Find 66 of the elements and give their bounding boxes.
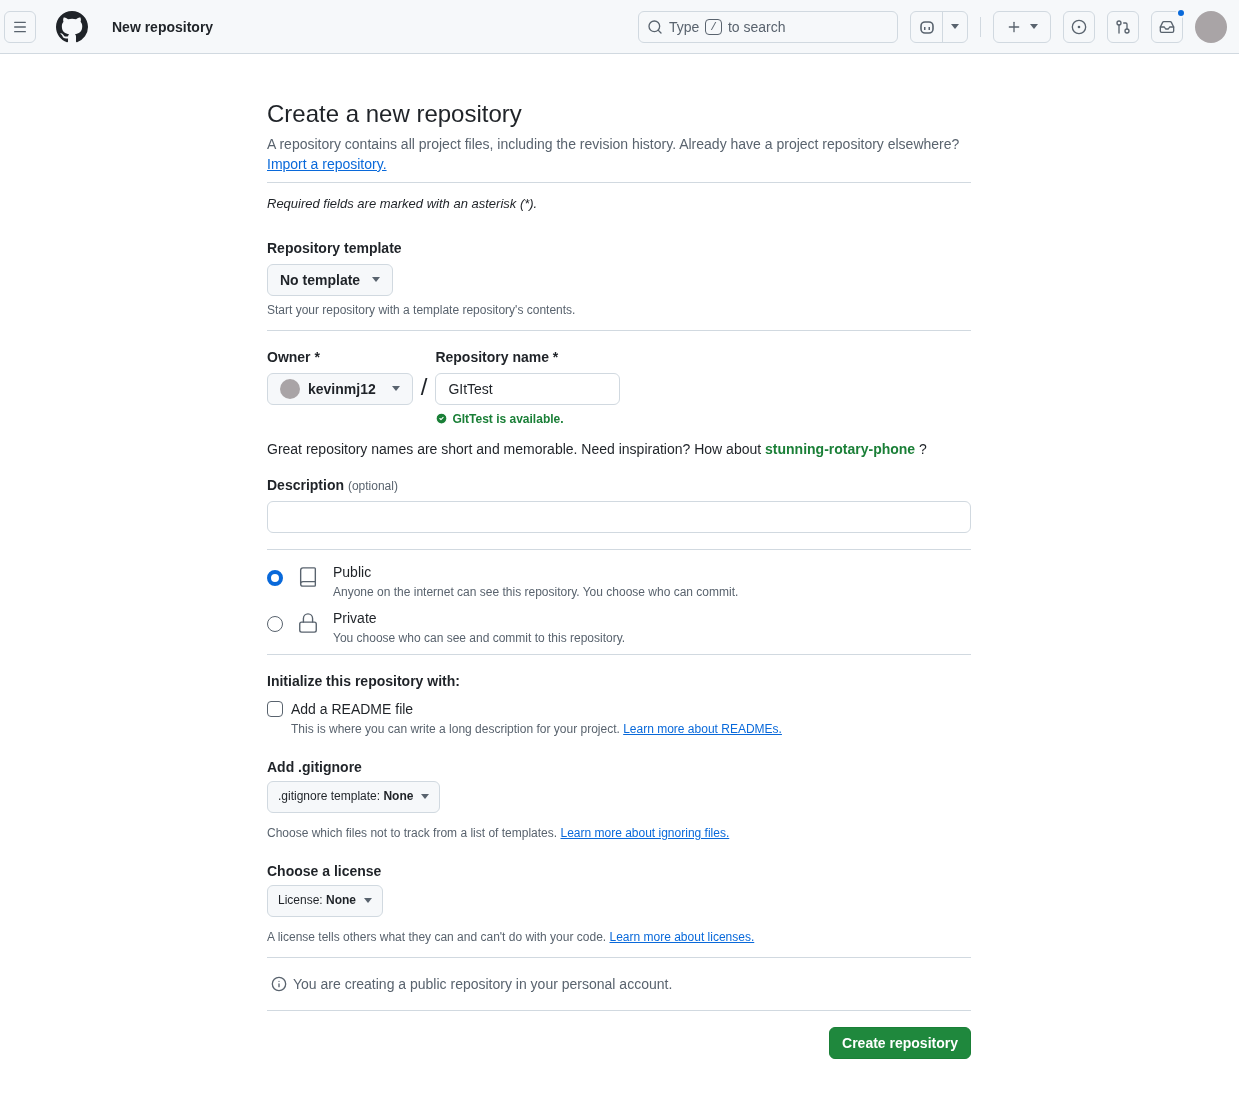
- radio-button[interactable]: [267, 569, 283, 586]
- readme-help-link[interactable]: Learn more about READMEs.: [623, 721, 782, 736]
- caret-icon: [391, 386, 400, 392]
- license-help-link[interactable]: Learn more about licenses.: [609, 929, 755, 944]
- caret-icon: [951, 24, 959, 29]
- suggested-name[interactable]: stunning-rotary-phone: [765, 440, 916, 457]
- create-new-button[interactable]: [993, 10, 1051, 43]
- template-dropdown[interactable]: No template: [267, 263, 394, 296]
- field-label: Repository template: [267, 238, 403, 258]
- section-heading: Add .gitignore: [267, 757, 363, 777]
- keyboard-key: /: [705, 18, 722, 35]
- field-label: Owner *: [267, 347, 321, 367]
- issue-icon: [1071, 18, 1087, 35]
- inbox-icon: [1159, 18, 1175, 35]
- inbox-button[interactable]: [1151, 10, 1183, 43]
- option-label: Private: [333, 608, 378, 628]
- search-icon: [647, 18, 663, 35]
- hint-text: Choose which files not to track from a list of templates.: [267, 825, 559, 840]
- copilot-button-group[interactable]: [910, 10, 968, 43]
- required-note: Required fields are marked with an asterisk (*).: [267, 195, 539, 213]
- field-label: Repository name *: [435, 347, 560, 367]
- suggestion-text: Great repository names are short and memorable. Need inspiration? How about: [267, 440, 763, 457]
- field-label: Description: [267, 476, 344, 493]
- caret-icon: [372, 277, 381, 283]
- license-dropdown[interactable]: License: None: [267, 884, 384, 917]
- availability-status: GItTest is available.: [452, 410, 564, 427]
- hint-text: This is where you can write a long description for your project.: [291, 721, 621, 736]
- gitignore-help-link[interactable]: Learn more about ignoring files.: [560, 825, 730, 840]
- checkbox[interactable]: [267, 700, 283, 717]
- search-field[interactable]: Type / to search: [638, 10, 898, 43]
- hint-text: A license tells others what they can and can't do with your code.: [267, 929, 608, 944]
- caret-icon: [421, 794, 430, 800]
- gitignore-dropdown[interactable]: .gitignore template: None: [267, 780, 441, 813]
- issues-button[interactable]: [1063, 10, 1095, 43]
- description-field[interactable]: [267, 500, 971, 533]
- page-title: New repository: [112, 17, 214, 37]
- info-icon: [271, 975, 287, 992]
- option-hint: Anyone on the internet can see this repository. You choose who can commit.: [333, 583, 739, 600]
- caret-icon: [364, 898, 373, 904]
- option-hint: You choose who can see and commit to this repository.: [333, 629, 626, 646]
- pull-requests-button[interactable]: [1107, 10, 1139, 43]
- notice-text: You are creating a public repository in your personal account.: [293, 974, 673, 994]
- create-repository-button[interactable]: Create repository: [829, 1026, 971, 1059]
- option-label: Public: [333, 562, 373, 582]
- heading: Create a new repository: [267, 99, 523, 129]
- section-heading: Choose a license: [267, 861, 383, 881]
- owner-dropdown[interactable]: kevinmj12: [267, 372, 413, 405]
- menu-button[interactable]: [4, 10, 36, 43]
- check-circle-icon: [435, 412, 449, 426]
- github-logo[interactable]: [56, 10, 88, 43]
- robot-icon: [918, 18, 935, 35]
- pull-request-icon: [1115, 18, 1131, 35]
- optional-note: (optional): [347, 478, 398, 493]
- lock-icon: [297, 611, 319, 634]
- import-link[interactable]: Import a repository.: [267, 156, 387, 172]
- book-icon: [297, 565, 319, 588]
- repository-name-field[interactable]: GItTest: [435, 372, 621, 405]
- avatar: [280, 378, 300, 399]
- hint-text: Start your repository with a template repository's contents.: [267, 301, 577, 318]
- checkbox-label: Add a README file: [291, 699, 414, 719]
- section-heading: Initialize this repository with:: [267, 671, 461, 691]
- intro-text: A repository contains all project files, including the revision history. Already have a project repository elsewhere?: [267, 135, 961, 154]
- slash-separator: /: [420, 371, 428, 402]
- radio-button[interactable]: [267, 615, 283, 632]
- suggestion-text: ?: [918, 440, 927, 457]
- caret-icon: [1030, 24, 1038, 29]
